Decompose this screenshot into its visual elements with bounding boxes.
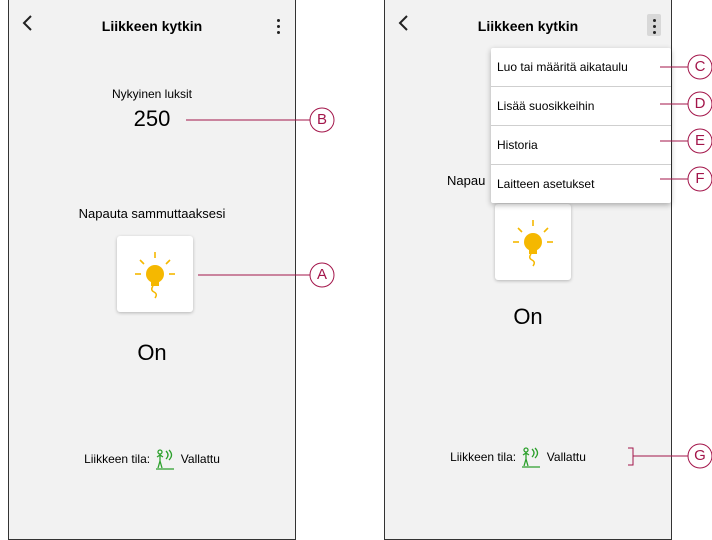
callout-f-label: F bbox=[695, 170, 705, 187]
callout-d-label: D bbox=[694, 95, 706, 112]
callout-bracket-g bbox=[628, 447, 634, 466]
callout-a-label: A bbox=[316, 266, 327, 283]
callout-c-label: C bbox=[694, 58, 706, 75]
callout-g-label: G bbox=[694, 447, 706, 464]
callout-overlay bbox=[186, 54, 712, 469]
callout-b-label: B bbox=[316, 111, 327, 128]
callout-e-label: E bbox=[694, 132, 705, 149]
